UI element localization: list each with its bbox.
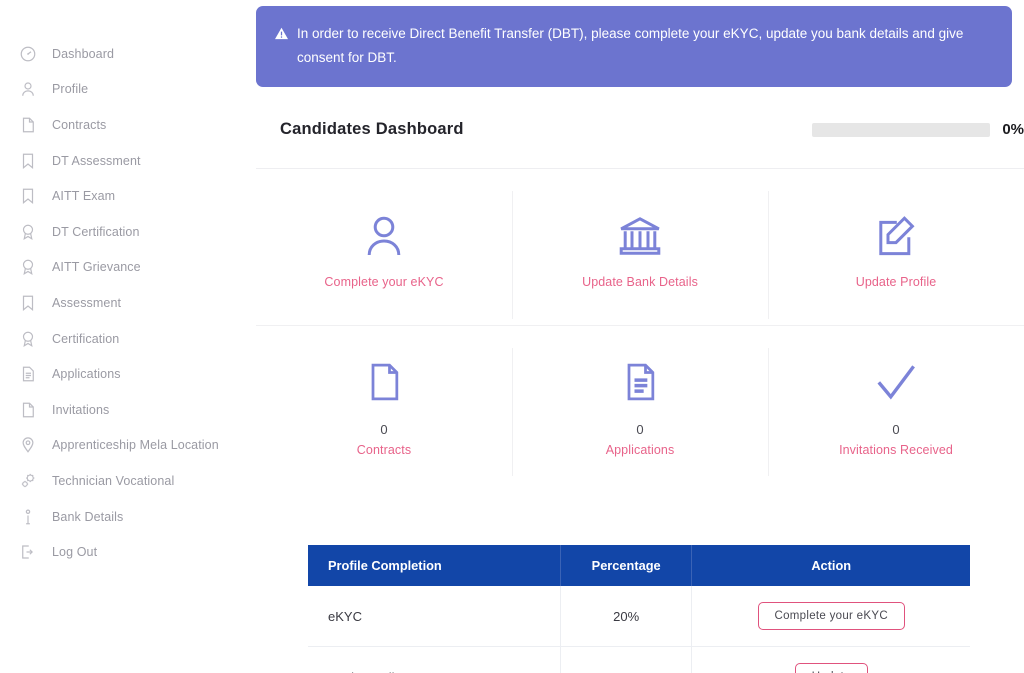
sidebar-item-label: DT Certification: [52, 224, 140, 239]
sidebar: Dashboard Profile Contracts DT Assessmen…: [0, 0, 256, 673]
sidebar-item-label: AITT Grievance: [52, 260, 141, 275]
map-pin-icon: [18, 435, 38, 455]
table-header-row: Profile Completion Percentage Action: [308, 545, 970, 586]
sidebar-item-aitt-grievance[interactable]: AITT Grievance: [0, 250, 256, 286]
sidebar-item-label: Apprenticeship Mela Location: [52, 438, 219, 453]
row-percentage: 20%: [560, 646, 693, 673]
table-body: eKYC 20% Complete your eKYC Bank Details…: [308, 586, 970, 673]
card-applications[interactable]: 0 Applications: [512, 326, 768, 482]
sidebar-item-certification[interactable]: Certification: [0, 321, 256, 357]
sidebar-item-contracts[interactable]: Contracts: [0, 107, 256, 143]
sidebar-item-dt-assessment[interactable]: DT Assessment: [0, 143, 256, 179]
card-count: 0: [380, 421, 388, 437]
sidebar-item-dashboard[interactable]: Dashboard: [0, 36, 256, 72]
card-update-profile[interactable]: Update Profile: [768, 169, 1024, 325]
sidebar-item-invitations[interactable]: Invitations: [0, 392, 256, 428]
award-icon: [18, 257, 38, 277]
progress-percent-label: 0%: [1002, 121, 1024, 138]
logout-icon: [18, 542, 38, 562]
card-contracts[interactable]: 0 Contracts: [256, 326, 512, 482]
document-icon: [18, 115, 38, 135]
main-content: In order to receive Direct Benefit Trans…: [256, 0, 1024, 673]
person-icon: [360, 206, 408, 266]
gauge-icon: [18, 44, 38, 64]
sidebar-item-dt-certification[interactable]: DT Certification: [0, 214, 256, 250]
alert-message: In order to receive Direct Benefit Trans…: [297, 26, 964, 65]
card-invitations-received[interactable]: 0 Invitations Received: [768, 326, 1024, 482]
profile-progress: 0%: [812, 121, 1024, 138]
dashboard-cards: Complete your eKYC Update Bank Details U…: [256, 168, 1024, 482]
column-header-percentage: Percentage: [560, 545, 693, 586]
sidebar-item-applications[interactable]: Applications: [0, 356, 256, 392]
card-label: Update Bank Details: [582, 274, 698, 289]
info-icon: [18, 507, 38, 527]
table-row: eKYC 20% Complete your eKYC: [308, 586, 970, 647]
cards-row-actions: Complete your eKYC Update Bank Details U…: [256, 169, 1024, 325]
card-update-bank-details[interactable]: Update Bank Details: [512, 169, 768, 325]
row-percentage: 20%: [560, 586, 693, 647]
sidebar-item-label: Invitations: [52, 402, 110, 417]
sidebar-item-label: Dashboard: [52, 46, 115, 61]
file-icon: [362, 352, 406, 412]
sidebar-item-bank-details[interactable]: Bank Details: [0, 499, 256, 535]
sidebar-item-label: Contracts: [52, 117, 107, 132]
dashboard-header: Candidates Dashboard 0%: [280, 120, 1024, 139]
card-label: Contracts: [356, 442, 412, 457]
row-name: Bank Details: [308, 646, 561, 673]
sidebar-item-aitt-exam[interactable]: AITT Exam: [0, 178, 256, 214]
profile-completion-table: Profile Completion Percentage Action eKY…: [308, 545, 970, 673]
sidebar-item-label: Applications: [52, 367, 121, 382]
sidebar-item-label: DT Assessment: [52, 153, 141, 168]
card-label: Complete your eKYC: [324, 274, 444, 289]
table-head: Profile Completion Percentage Action: [308, 545, 970, 586]
sidebar-item-assessment[interactable]: Assessment: [0, 285, 256, 321]
page-root: Dashboard Profile Contracts DT Assessmen…: [0, 0, 1024, 673]
sidebar-item-label: Technician Vocational: [52, 473, 175, 488]
sidebar-item-label: Assessment: [52, 295, 122, 310]
sidebar-item-label: Log Out: [52, 545, 98, 560]
gears-icon: [18, 471, 38, 491]
card-label: Invitations Received: [839, 442, 953, 457]
update-bank-details-button[interactable]: Update: [794, 663, 868, 673]
sidebar-item-technician-vocational[interactable]: Technician Vocational: [0, 463, 256, 499]
warning-icon: [274, 25, 289, 49]
row-name: eKYC: [308, 586, 561, 647]
card-label: Update Profile: [855, 274, 937, 289]
sidebar-item-apprenticeship-mela-location[interactable]: Apprenticeship Mela Location: [0, 428, 256, 464]
card-complete-ekyc[interactable]: Complete your eKYC: [256, 169, 512, 325]
card-count: 0: [892, 421, 900, 437]
person-icon: [18, 79, 38, 99]
dbt-alert-banner: In order to receive Direct Benefit Trans…: [256, 6, 1012, 88]
bookmark-icon: [18, 293, 38, 313]
document-icon: [18, 400, 38, 420]
table-row: Bank Details 20% Update: [308, 646, 970, 673]
card-count: 0: [636, 421, 644, 437]
complete-ekyc-button[interactable]: Complete your eKYC: [757, 602, 905, 630]
bookmark-icon: [18, 186, 38, 206]
row-action-cell: Update: [691, 646, 970, 673]
page-title: Candidates Dashboard: [280, 120, 464, 138]
column-header-profile-completion: Profile Completion: [308, 545, 561, 586]
sidebar-item-label: Profile: [52, 82, 89, 97]
sidebar-item-log-out[interactable]: Log Out: [0, 534, 256, 570]
bookmark-icon: [18, 151, 38, 171]
award-icon: [18, 222, 38, 242]
edit-document-icon: [872, 206, 920, 266]
column-header-action: Action: [691, 545, 970, 586]
award-icon: [18, 329, 38, 349]
cards-row-counts: 0 Contracts 0 Applications 0 Invitations…: [256, 325, 1024, 482]
check-icon: [872, 352, 920, 412]
bank-icon: [616, 206, 664, 266]
sidebar-item-label: Certification: [52, 331, 120, 346]
row-action-cell: Complete your eKYC: [691, 586, 970, 647]
lines-document-icon: [18, 364, 38, 384]
sidebar-item-label: Bank Details: [52, 509, 124, 524]
card-label: Applications: [605, 442, 675, 457]
sidebar-item-label: AITT Exam: [52, 189, 116, 204]
sidebar-item-profile[interactable]: Profile: [0, 72, 256, 108]
progress-bar-track: [812, 122, 991, 137]
lines-document-icon: [618, 352, 662, 412]
